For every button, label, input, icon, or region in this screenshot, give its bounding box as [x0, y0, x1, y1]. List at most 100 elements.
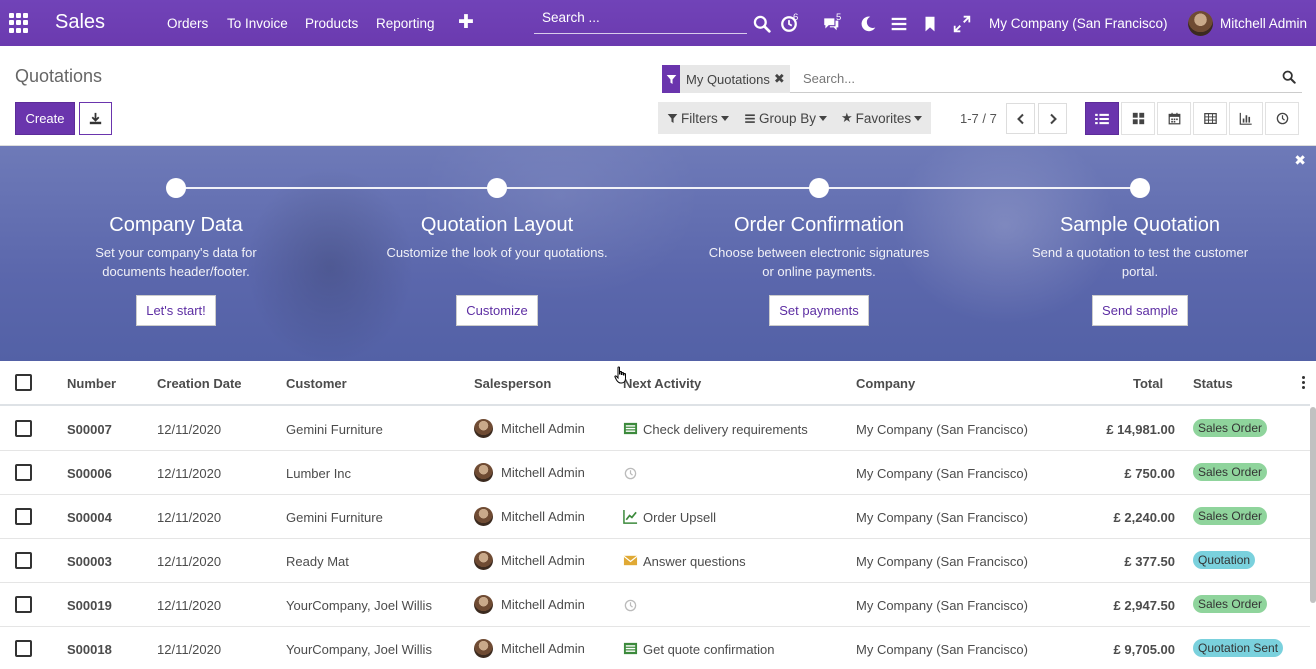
moon-icon[interactable] — [859, 15, 877, 33]
facet-remove-icon[interactable]: ✖ — [774, 71, 790, 87]
search-submit-icon[interactable] — [1282, 70, 1296, 84]
search-facet[interactable]: My Quotations ✖ — [662, 65, 790, 93]
order-number: S00006 — [67, 466, 112, 481]
app-brand[interactable]: Sales — [55, 11, 105, 34]
calendar-view-button[interactable] — [1157, 102, 1191, 135]
column-total[interactable]: Total — [1133, 376, 1163, 391]
table-row[interactable]: S00004 12/11/2020 Gemini Furniture Mitch… — [0, 495, 1310, 539]
salesperson: Mitchell Admin — [501, 553, 585, 568]
creation-date: 12/11/2020 — [157, 642, 222, 657]
next-activity: Order Upsell — [643, 510, 716, 525]
menu-products[interactable]: Products — [305, 16, 358, 31]
column-customer[interactable]: Customer — [286, 376, 347, 391]
row-checkbox[interactable] — [15, 596, 32, 613]
hamburger-menu-icon[interactable] — [890, 15, 908, 33]
pager-next-button[interactable] — [1038, 103, 1067, 134]
send-sample-button[interactable]: Send sample — [1092, 295, 1188, 326]
row-checkbox[interactable] — [15, 420, 32, 437]
create-button[interactable]: Create — [15, 102, 75, 135]
order-number: S00003 — [67, 554, 112, 569]
salesperson: Mitchell Admin — [501, 641, 585, 656]
kanban-view-button[interactable] — [1121, 102, 1155, 135]
row-checkbox[interactable] — [15, 464, 32, 481]
table-row[interactable]: S00006 12/11/2020 Lumber Inc Mitchell Ad… — [0, 451, 1310, 495]
clock-icon[interactable] — [624, 599, 637, 612]
user-menu[interactable]: Mitchell Admin — [1220, 16, 1307, 31]
status-badge: Quotation Sent — [1193, 639, 1284, 657]
salesperson: Mitchell Admin — [501, 421, 585, 436]
search-icon[interactable] — [753, 15, 771, 33]
plus-icon[interactable]: ✚ — [458, 11, 474, 34]
column-number[interactable]: Number — [67, 376, 116, 391]
step-sample-quotation: Sample Quotation Send a quotation to tes… — [1010, 214, 1270, 326]
search-input[interactable]: Search... — [803, 71, 855, 86]
user-avatar[interactable] — [1188, 11, 1213, 36]
pager-value[interactable]: 1-7 / 7 — [960, 111, 997, 126]
column-salesperson[interactable]: Salesperson — [474, 376, 551, 391]
customer: Lumber Inc — [286, 466, 352, 481]
activity-count-badge: 6 — [793, 12, 799, 23]
table-row[interactable]: S00003 12/11/2020 Ready Mat Mitchell Adm… — [0, 539, 1310, 583]
list-icon[interactable] — [623, 641, 638, 656]
column-creation-date[interactable]: Creation Date — [157, 376, 242, 391]
fullscreen-icon[interactable] — [953, 15, 971, 33]
list-icon[interactable] — [623, 421, 638, 436]
creation-date: 12/11/2020 — [157, 422, 222, 437]
graph-view-button[interactable] — [1229, 102, 1263, 135]
menu-to-invoice[interactable]: To Invoice — [227, 16, 288, 31]
column-company[interactable]: Company — [856, 376, 915, 391]
activity-view-button[interactable] — [1265, 102, 1299, 135]
status-badge: Sales Order — [1193, 419, 1268, 437]
star-icon: ★ — [841, 110, 853, 125]
favorites-dropdown[interactable]: ★ Favorites — [832, 102, 932, 134]
order-number: S00018 — [67, 642, 112, 657]
status-badge: Sales Order — [1193, 595, 1268, 613]
column-status[interactable]: Status — [1193, 376, 1233, 391]
download-button[interactable] — [79, 102, 112, 135]
salesperson: Mitchell Admin — [501, 465, 585, 480]
step-quotation-layout: Quotation Layout Customize the look of y… — [367, 214, 627, 326]
lets-start-button[interactable]: Let's start! — [136, 295, 216, 326]
pager-previous-button[interactable] — [1006, 103, 1035, 134]
calendar-icon — [1168, 112, 1180, 125]
menu-reporting[interactable]: Reporting — [376, 16, 435, 31]
close-icon[interactable]: ✖ — [1294, 152, 1306, 169]
column-next-activity[interactable]: Next Activity — [623, 376, 701, 391]
envelope-icon[interactable] — [623, 553, 638, 568]
row-checkbox[interactable] — [15, 640, 32, 657]
row-checkbox[interactable] — [15, 552, 32, 569]
bar-chart-icon — [1239, 112, 1252, 125]
clock-icon[interactable] — [624, 467, 637, 480]
select-all-checkbox[interactable] — [15, 374, 32, 391]
pivot-view-button[interactable] — [1193, 102, 1227, 135]
table-row[interactable]: S00019 12/11/2020 YourCompany, Joel Will… — [0, 583, 1310, 627]
set-payments-button[interactable]: Set payments — [769, 295, 869, 326]
chart-line-icon[interactable] — [623, 509, 638, 524]
company: My Company (San Francisco) — [856, 598, 1028, 613]
table-row[interactable]: S00007 12/11/2020 Gemini Furniture Mitch… — [0, 407, 1310, 451]
creation-date: 12/11/2020 — [157, 510, 222, 525]
company-switcher[interactable]: My Company (San Francisco) — [989, 16, 1168, 31]
customize-button[interactable]: Customize — [456, 295, 538, 326]
table-header: Number Creation Date Customer Salesperso… — [0, 361, 1310, 406]
group-by-dropdown[interactable]: Group By — [735, 102, 837, 134]
salesperson-avatar — [474, 419, 493, 438]
filters-dropdown[interactable]: Filters — [658, 102, 738, 134]
total: £ 377.50 — [1124, 554, 1175, 569]
vertical-scrollbar[interactable] — [1310, 407, 1316, 603]
progress-line — [176, 187, 1140, 189]
list-view-button[interactable] — [1085, 102, 1119, 135]
total: £ 750.00 — [1124, 466, 1175, 481]
column-options-icon[interactable] — [1302, 376, 1305, 391]
apps-grid-icon[interactable] — [9, 13, 29, 33]
table-row[interactable]: S00018 12/11/2020 YourCompany, Joel Will… — [0, 627, 1310, 669]
step-description: Send a quotation to test the customer po… — [1031, 245, 1249, 279]
row-checkbox[interactable] — [15, 508, 32, 525]
hand-cursor-icon — [614, 366, 626, 384]
global-search-input[interactable]: Search ... — [534, 8, 747, 34]
filters-label: Filters — [681, 110, 718, 126]
bookmark-icon[interactable] — [921, 15, 939, 33]
customer: Gemini Furniture — [286, 422, 383, 437]
kanban-icon — [1132, 112, 1144, 125]
menu-orders[interactable]: Orders — [167, 16, 208, 31]
